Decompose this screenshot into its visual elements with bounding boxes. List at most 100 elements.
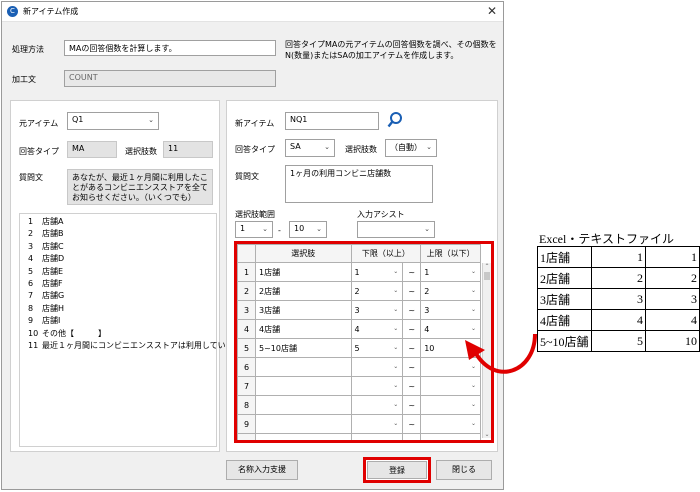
grid-header-upper: 上限（以下）: [420, 244, 481, 263]
chevron-down-icon: ⌄: [470, 306, 476, 313]
new-item-field[interactable]: NQ1: [285, 112, 379, 130]
chevron-down-icon: ⌄: [393, 439, 399, 443]
grid-header-lower: 下限（以上）: [350, 244, 422, 263]
grid-cell-name[interactable]: [254, 414, 352, 434]
method-field[interactable]: MAの回答個数を計算します。: [64, 40, 276, 56]
table-row: 10 ⌄ ~ ⌄: [237, 433, 481, 443]
source-item-select[interactable]: Q1 ⌄: [67, 112, 159, 130]
title-bar: C 新アイテム作成 ✕: [2, 2, 503, 22]
table-row: 8 ⌄ ~ ⌄: [237, 395, 481, 415]
chevron-down-icon: ⌄: [393, 306, 399, 313]
chevron-down-icon: ⌄: [393, 268, 399, 275]
scroll-thumb[interactable]: [484, 272, 490, 280]
source-count-label: 選択肢数: [125, 147, 157, 156]
register-button[interactable]: 登録: [367, 461, 427, 479]
bulk-name-button[interactable]: 名称入力支援: [226, 460, 298, 480]
chevron-down-icon: ⌄: [470, 439, 476, 443]
range-to-select[interactable]: 10 ⌄: [289, 221, 327, 238]
table-row: 3店舗 3 3: [537, 288, 700, 310]
grid-cell-name[interactable]: [254, 376, 352, 396]
new-count-label: 選択肢数: [345, 145, 377, 154]
list-item: 5 店舗E: [28, 266, 64, 276]
source-question-text: あなたが、最近１ヶ月間に利用したことがあるコンビニエンスストアを全てお知らせくだ…: [67, 169, 213, 205]
chevron-down-icon: ⌄: [393, 382, 399, 389]
new-type-select[interactable]: SA ⌄: [285, 139, 335, 157]
grid-cell-name[interactable]: [254, 357, 352, 377]
chevron-down-icon: ⌄: [470, 420, 476, 427]
grid-cell-lower[interactable]: ⌄: [350, 357, 404, 377]
chevron-down-icon: ⌄: [262, 225, 268, 233]
method-label: 処理方法: [12, 45, 44, 54]
grid-cell-name[interactable]: 1店舗: [254, 262, 352, 282]
range-from-select[interactable]: 1 ⌄: [235, 221, 273, 238]
grid-cell-lower[interactable]: ⌄: [350, 376, 404, 396]
list-item: 8 店舗H: [28, 303, 65, 313]
grid-cell-lower[interactable]: 1 ⌄: [350, 262, 404, 282]
scroll-down-icon[interactable]: ⌄: [483, 431, 491, 438]
list-item: 9 店舗I: [28, 316, 61, 326]
register-button-highlight: 登録: [363, 457, 431, 483]
chevron-down-icon: ⌄: [316, 225, 322, 233]
grid-cell-upper[interactable]: 1 ⌄: [420, 262, 481, 282]
chevron-down-icon: ⌄: [393, 363, 399, 370]
range-separator: -: [278, 226, 281, 235]
table-row: 9 ⌄ ~ ⌄: [237, 414, 481, 434]
new-count-value: （自動）: [390, 143, 422, 152]
source-item-value: Q1: [72, 115, 84, 124]
chevron-down-icon: ⌄: [393, 420, 399, 427]
new-item-label: 新アイテム: [235, 119, 275, 128]
grid-cell-name[interactable]: 2店舗: [254, 281, 352, 301]
list-item: 4 店舗D: [28, 254, 65, 264]
new-count-select[interactable]: （自動） ⌄: [385, 139, 437, 157]
new-item-panel: 新アイテム NQ1 回答タイプ SA ⌄ 選択肢数 （自動） ⌄ 質問文 1ヶ月…: [226, 100, 498, 452]
source-question-label: 質問文: [19, 173, 43, 182]
range-from-value: 1: [240, 224, 246, 233]
grid-cell-name[interactable]: 3店舗: [254, 300, 352, 320]
list-item: 7 店舗G: [28, 291, 65, 301]
excel-table: 1店舗 1 1 2店舗 2 2 3店舗 3 3 4店舗 4 4 5~10店舗 5 10: [537, 246, 700, 352]
window-title: 新アイテム作成: [23, 7, 79, 16]
grid-cell-lower[interactable]: ⌄: [350, 433, 404, 443]
grid-cell-lower[interactable]: 4 ⌄: [350, 319, 404, 339]
chevron-down-icon: ⌄: [470, 401, 476, 408]
grid-cell-name[interactable]: 5~10店舗: [254, 338, 352, 358]
input-assist-select[interactable]: ⌄: [357, 221, 435, 238]
source-item-label: 元アイテム: [19, 119, 59, 128]
list-item: 3 店舗C: [28, 241, 64, 251]
grid-cell-lower[interactable]: ⌄: [350, 414, 404, 434]
grid-cell-lower[interactable]: 3 ⌄: [350, 300, 404, 320]
grid-cell-name[interactable]: [254, 395, 352, 415]
grid-cell-lower[interactable]: ⌄: [350, 395, 404, 415]
chevron-down-icon: ⌄: [424, 225, 430, 233]
new-type-value: SA: [290, 142, 301, 151]
list-item: 11 最近１ヶ月間にコンビニエンスストアは利用していない: [28, 341, 242, 351]
grid-cell-lower[interactable]: 2 ⌄: [350, 281, 404, 301]
grid-cell-upper[interactable]: ⌄: [420, 433, 481, 443]
grid-cell-upper[interactable]: ⌄: [420, 414, 481, 434]
range-to-value: 10: [294, 224, 305, 233]
scroll-up-icon[interactable]: ⌃: [483, 263, 491, 270]
input-assist-label: 入力アシスト: [357, 210, 405, 219]
list-item: 1 店舗A: [28, 217, 64, 226]
new-question-label: 質問文: [235, 172, 259, 181]
grid-cell-name[interactable]: [254, 433, 352, 440]
grid-cell-upper[interactable]: 2 ⌄: [420, 281, 481, 301]
grid-cell-upper[interactable]: 3 ⌄: [420, 300, 481, 320]
search-icon[interactable]: [387, 111, 403, 129]
processed-field: COUNT: [64, 70, 276, 87]
chevron-down-icon: ⌄: [393, 401, 399, 408]
table-row: 4店舗 4 4: [537, 309, 700, 331]
excel-caption: Excel・テキストファイル: [539, 232, 674, 246]
new-question-field[interactable]: 1ヶ月の利用コンビニ店舗数: [285, 165, 433, 203]
source-count-value: 11: [163, 141, 213, 158]
table-row: 6 ⌄ ~ ⌄: [237, 357, 481, 377]
grid-cell-lower[interactable]: 5 ⌄: [350, 338, 404, 358]
close-icon[interactable]: ✕: [487, 4, 497, 18]
close-button[interactable]: 閉じる: [436, 460, 492, 480]
app-icon: C: [7, 6, 18, 17]
table-row: 1店舗 1 1: [537, 246, 700, 268]
list-item: 10 その他【 】: [28, 328, 106, 338]
new-item-dialog: C 新アイテム作成 ✕ 処理方法 MAの回答個数を計算します。 回答タイプMAの…: [1, 1, 504, 490]
grid-cell-upper[interactable]: ⌄: [420, 395, 481, 415]
grid-cell-name[interactable]: 4店舗: [254, 319, 352, 339]
